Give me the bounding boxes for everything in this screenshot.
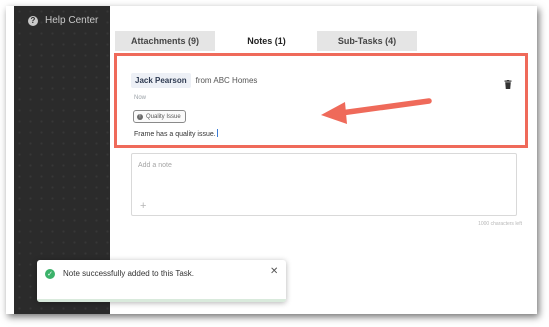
help-center-label: Help Center <box>45 15 99 26</box>
success-toast: ✓ Note successfully added to this Task. … <box>37 260 286 302</box>
add-note-input[interactable]: Add a note + <box>131 153 517 216</box>
add-note-placeholder: Add a note <box>138 162 172 169</box>
note-body: Frame has a quality issue. <box>134 129 218 138</box>
text-cursor <box>216 129 218 137</box>
close-icon[interactable]: ✕ <box>270 267 278 277</box>
help-center-link[interactable]: ? Help Center <box>28 15 98 26</box>
tab-bar: Attachments (9) Notes (1) Sub-Tasks (4) <box>110 31 537 51</box>
toast-message: Note successfully added to this Task. <box>63 269 195 278</box>
plus-icon[interactable]: + <box>140 201 146 212</box>
character-counter: 1000 characters left <box>478 221 522 227</box>
tab-attachments[interactable]: Attachments (9) <box>115 31 215 51</box>
note-body-text: Frame has a quality issue. <box>134 131 216 138</box>
author-company: from ABC Homes <box>195 76 258 85</box>
note-tag-label: Quality Issue <box>146 113 181 120</box>
question-circle-icon: ? <box>28 15 38 26</box>
callout-arrow-icon <box>321 98 432 124</box>
tab-notes[interactable]: Notes (1) <box>219 31 314 51</box>
note-timestamp: Now <box>134 95 147 101</box>
app-window: ? Help Center Attachments (9) Notes (1) … <box>6 6 537 314</box>
tab-sub-tasks[interactable]: Sub-Tasks (4) <box>317 31 417 51</box>
note-author-line: Jack Pearson from ABC Homes <box>131 73 257 88</box>
trash-icon[interactable] <box>504 80 512 89</box>
info-icon: ! <box>137 113 143 120</box>
note-tag: ! Quality Issue <box>133 110 186 123</box>
toast-progress-bar <box>37 299 286 302</box>
check-circle-icon: ✓ <box>45 269 55 279</box>
author-name[interactable]: Jack Pearson <box>131 73 191 88</box>
